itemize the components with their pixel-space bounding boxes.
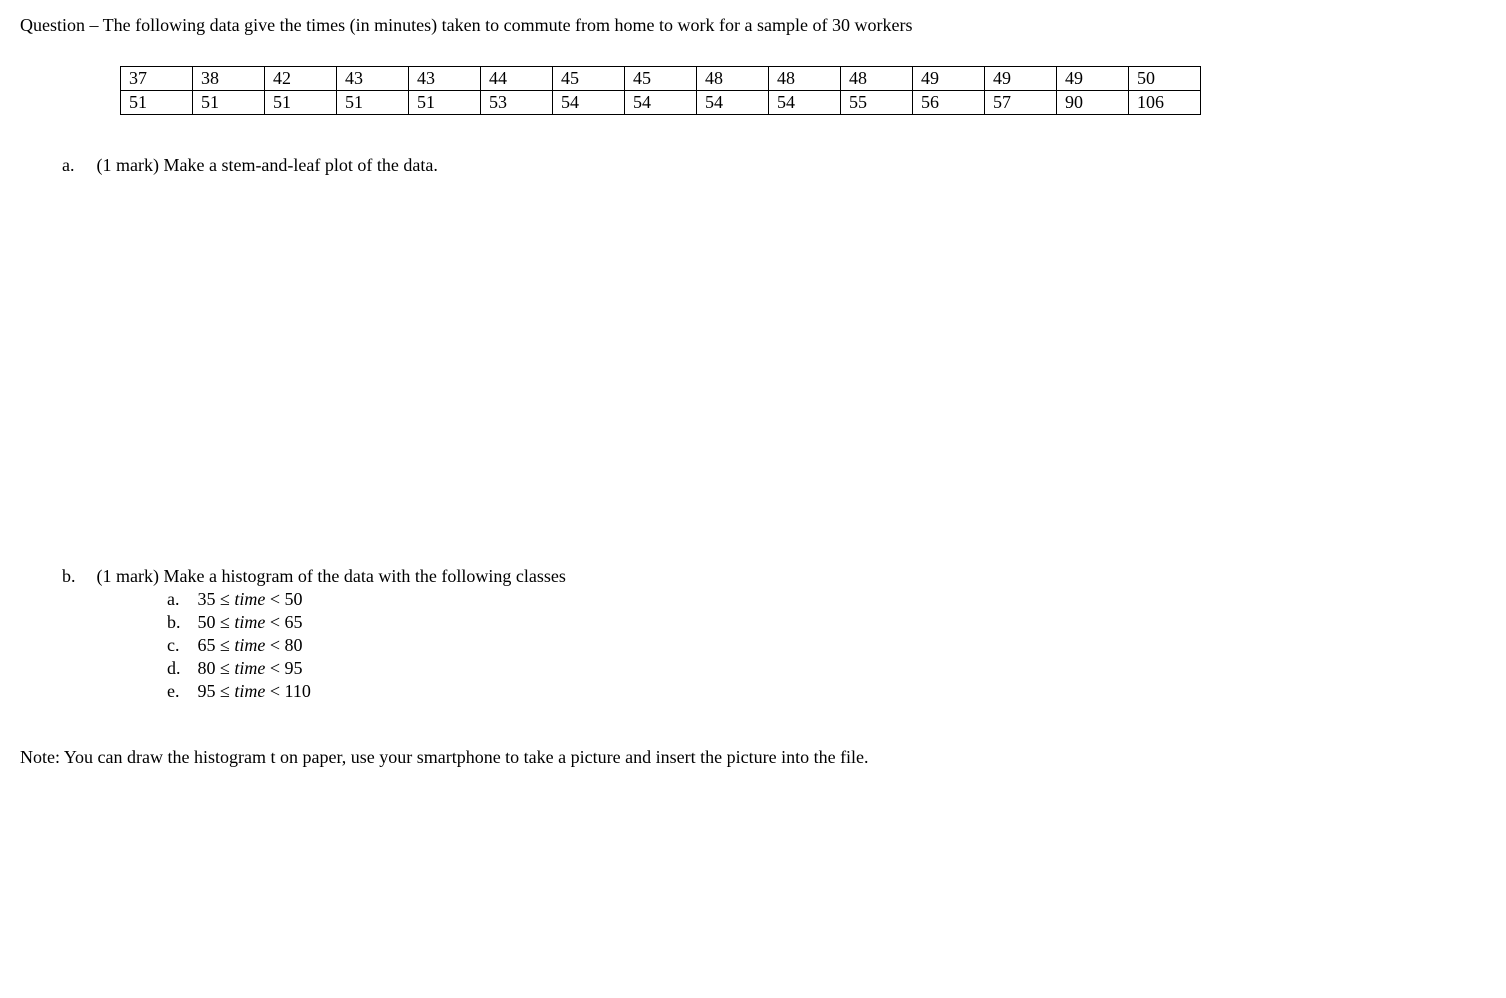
sublist-label: d. [167,658,193,679]
part-a-label: a. [62,155,92,176]
sublist-item: b. 50 ≤ time < 65 [167,612,1486,633]
class-range: 35 ≤ time < 50 [198,589,303,609]
class-range: 80 ≤ time < 95 [198,658,303,678]
table-cell: 48 [769,67,841,91]
table-cell: 54 [625,91,697,115]
class-range: 50 ≤ time < 65 [198,612,303,632]
note: Note: You can draw the histogram t on pa… [20,747,1486,768]
sublist-item: c. 65 ≤ time < 80 [167,635,1486,656]
table-cell: 54 [697,91,769,115]
data-table: 37 38 42 43 43 44 45 45 48 48 48 49 49 4… [120,66,1201,115]
table-cell: 44 [481,67,553,91]
part-a: a. (1 mark) Make a stem-and-leaf plot of… [62,155,1486,176]
table-cell: 49 [1057,67,1129,91]
table-cell: 51 [409,91,481,115]
table-cell: 51 [121,91,193,115]
sublist-label: a. [167,589,193,610]
table-cell: 48 [697,67,769,91]
table-cell: 42 [265,67,337,91]
table-cell: 55 [841,91,913,115]
sublist-label: b. [167,612,193,633]
table-cell: 50 [1129,67,1201,91]
part-b: b. (1 mark) Make a histogram of the data… [62,566,1486,702]
sublist-item: e. 95 ≤ time < 110 [167,681,1486,702]
table-cell: 51 [265,91,337,115]
sublist-item: a. 35 ≤ time < 50 [167,589,1486,610]
table-cell: 45 [553,67,625,91]
table-cell: 45 [625,67,697,91]
table-cell: 49 [913,67,985,91]
sublist: a. 35 ≤ time < 50 b. 50 ≤ time < 65 c. 6… [167,589,1486,702]
table-cell: 43 [409,67,481,91]
sublist-label: c. [167,635,193,656]
part-b-label: b. [62,566,92,587]
table-cell: 49 [985,67,1057,91]
table-cell: 43 [337,67,409,91]
table-cell: 53 [481,91,553,115]
part-a-text: (1 mark) Make a stem-and-leaf plot of th… [97,155,438,175]
table-cell: 54 [553,91,625,115]
sublist-item: d. 80 ≤ time < 95 [167,658,1486,679]
table-cell: 51 [337,91,409,115]
table-cell: 90 [1057,91,1129,115]
class-range: 95 ≤ time < 110 [198,681,311,701]
table-cell: 57 [985,91,1057,115]
table-cell: 37 [121,67,193,91]
table-cell: 51 [193,91,265,115]
class-range: 65 ≤ time < 80 [198,635,303,655]
sublist-label: e. [167,681,193,702]
part-b-text: (1 mark) Make a histogram of the data wi… [97,566,566,586]
table-cell: 54 [769,91,841,115]
question-header: Question – The following data give the t… [20,15,1486,36]
table-row: 51 51 51 51 51 53 54 54 54 54 55 56 57 9… [121,91,1201,115]
table-cell: 38 [193,67,265,91]
table-cell: 48 [841,67,913,91]
table-row: 37 38 42 43 43 44 45 45 48 48 48 49 49 4… [121,67,1201,91]
table-cell: 106 [1129,91,1201,115]
table-cell: 56 [913,91,985,115]
